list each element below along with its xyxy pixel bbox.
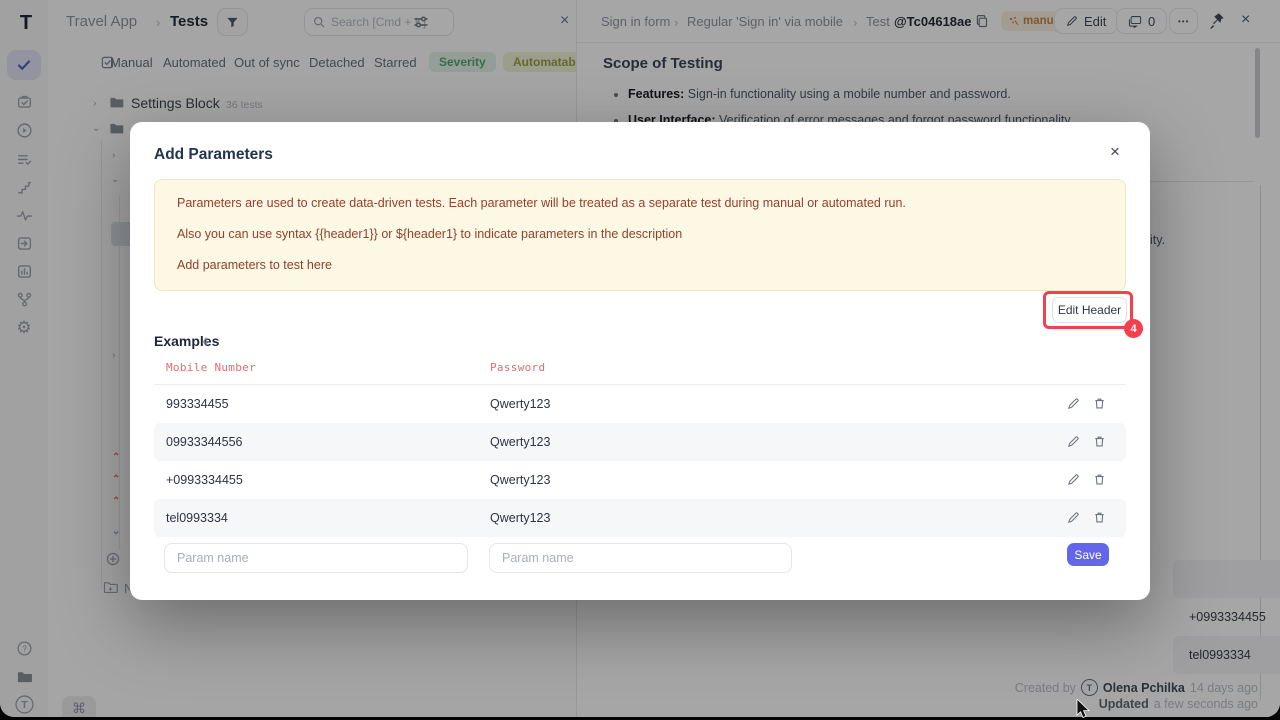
mouse-cursor	[1076, 699, 1092, 720]
trash-icon[interactable]	[1093, 435, 1106, 448]
trash-icon[interactable]	[1093, 473, 1106, 486]
examples-heading: Examples	[154, 333, 219, 349]
example-row: 09933344556 Qwerty123	[154, 423, 1126, 461]
info-box: Parameters are used to create data-drive…	[154, 179, 1126, 291]
password-value: Qwerty123	[490, 435, 550, 449]
param-name-input-2[interactable]	[489, 543, 792, 573]
add-parameters-modal: Add Parameters × Parameters are used to …	[130, 122, 1150, 600]
pencil-icon[interactable]	[1067, 435, 1080, 448]
example-row: 993334455 Qwerty123	[154, 385, 1126, 423]
param-name-input-1[interactable]	[164, 543, 468, 573]
modal-close-icon[interactable]: ×	[1110, 142, 1120, 162]
info-line: Add parameters to test here	[177, 258, 1103, 272]
pencil-icon[interactable]	[1067, 473, 1080, 486]
password-value: Qwerty123	[490, 473, 550, 487]
annotation-step-badge: 4	[1124, 319, 1143, 338]
mobile-value: +0993334455	[166, 473, 243, 487]
mobile-value: 09933344556	[166, 435, 242, 449]
mobile-value: tel0993334	[166, 511, 228, 525]
example-row: tel0993334 Qwerty123	[154, 499, 1126, 537]
trash-icon[interactable]	[1093, 511, 1106, 524]
password-value: Qwerty123	[490, 397, 550, 411]
pencil-icon[interactable]	[1067, 397, 1080, 410]
trash-icon[interactable]	[1093, 397, 1106, 410]
modal-title: Add Parameters	[154, 146, 273, 164]
example-row: +0993334455 Qwerty123	[154, 461, 1126, 499]
examples-count: 4	[202, 336, 208, 348]
password-value: Qwerty123	[490, 511, 550, 525]
save-button-label: Save	[1074, 548, 1101, 562]
column-header-password: Password	[490, 361, 545, 374]
save-button[interactable]: Save	[1067, 543, 1109, 566]
screen: ⚙ ? T T Travel App › Tests	[0, 0, 1280, 720]
pencil-icon[interactable]	[1067, 511, 1080, 524]
column-header-mobile: Mobile Number	[166, 361, 256, 374]
info-line: Also you can use syntax {{header1}} or $…	[177, 227, 1103, 241]
mobile-value: 993334455	[166, 397, 229, 411]
info-line: Parameters are used to create data-drive…	[177, 196, 1103, 210]
annotation-rectangle	[1043, 291, 1133, 329]
